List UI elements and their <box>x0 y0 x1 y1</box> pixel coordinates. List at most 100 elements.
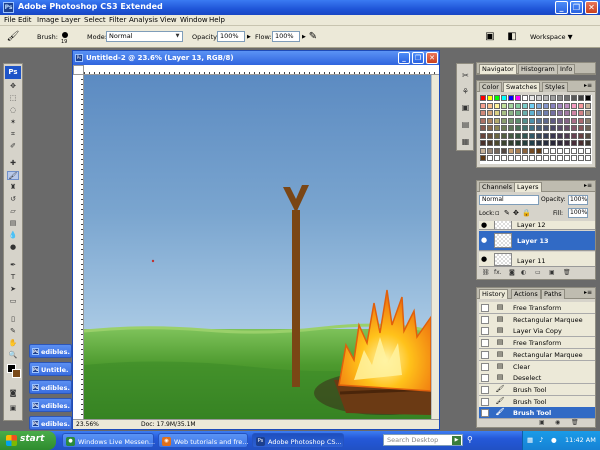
color-swatch[interactable] <box>487 125 493 131</box>
color-swatch[interactable] <box>480 95 486 101</box>
visibility-eye-icon[interactable]: ● <box>481 237 489 244</box>
taskbar-item-messenger[interactable]: ● Windows Live Messen... <box>62 433 155 448</box>
minimize-button[interactable]: _ <box>555 1 568 14</box>
network-icon[interactable]: ▦ <box>527 436 533 444</box>
color-swatch[interactable] <box>529 155 535 161</box>
clone-stamp-tool-icon[interactable]: ♜ <box>7 183 19 192</box>
color-swatch[interactable] <box>501 102 507 109</box>
color-swatch[interactable] <box>522 125 528 131</box>
color-swatch[interactable] <box>557 95 563 101</box>
color-swatch[interactable] <box>494 110 500 116</box>
color-swatch[interactable] <box>550 155 556 161</box>
marquee-tool-icon[interactable]: ⬚ <box>7 94 19 103</box>
tab-layers[interactable]: Layers <box>514 182 542 192</box>
menu-edit[interactable]: Edit <box>18 16 32 24</box>
color-swatch[interactable] <box>529 102 535 109</box>
minimized-doc-2[interactable]: Ps Untitle. <box>29 362 72 376</box>
color-swatch[interactable] <box>543 147 549 154</box>
menu-file[interactable]: File <box>4 16 16 24</box>
visibility-eye-icon[interactable]: ● <box>481 256 489 263</box>
color-swatch[interactable] <box>480 110 486 116</box>
image-canvas[interactable] <box>84 75 431 419</box>
color-swatch[interactable] <box>508 110 514 116</box>
color-swatch[interactable] <box>571 147 577 154</box>
magic-wand-tool-icon[interactable]: ✶ <box>7 118 19 127</box>
color-swatch[interactable] <box>571 95 577 101</box>
color-swatch[interactable] <box>529 125 535 131</box>
color-swatch[interactable] <box>515 102 521 109</box>
color-swatch[interactable] <box>543 125 549 131</box>
color-swatch[interactable] <box>501 125 507 131</box>
clock[interactable]: 11:42 AM <box>565 436 596 444</box>
color-swatch[interactable] <box>487 132 493 139</box>
color-swatch[interactable] <box>564 147 570 154</box>
color-swatch[interactable] <box>557 110 563 116</box>
doc-close-button[interactable]: ✕ <box>426 52 438 64</box>
color-swatch[interactable] <box>543 102 549 109</box>
flow-field[interactable]: 100% <box>272 31 300 42</box>
doc-minimize-button[interactable]: _ <box>398 52 410 64</box>
color-swatch[interactable] <box>536 140 542 146</box>
blend-mode-select[interactable]: Normal <box>479 195 539 205</box>
new-layer-icon[interactable]: ▣ <box>549 269 555 276</box>
zoom-tool-icon[interactable]: 🔍 <box>7 351 19 360</box>
color-swatch[interactable] <box>487 102 493 109</box>
brush-tool-preset-icon[interactable]: 🖌 <box>6 30 20 44</box>
color-swatch[interactable] <box>522 117 528 124</box>
color-swatch[interactable] <box>515 125 521 131</box>
color-swatch[interactable] <box>585 125 591 131</box>
color-swatch[interactable] <box>550 95 556 101</box>
search-magnifier-icon[interactable]: ⚲ <box>467 435 473 444</box>
color-swatch[interactable] <box>571 110 577 116</box>
lasso-tool-icon[interactable]: ◌ <box>7 106 19 115</box>
color-swatch[interactable] <box>585 140 591 146</box>
menu-filter[interactable]: Filter <box>109 16 126 24</box>
color-swatch[interactable] <box>515 140 521 146</box>
color-swatch[interactable] <box>487 95 493 101</box>
taskbar-item-firefox[interactable]: ◉ Web tutorials and fre... <box>158 433 248 448</box>
path-selection-tool-icon[interactable]: ➤ <box>7 285 19 294</box>
menu-layer[interactable]: Layer <box>61 16 81 24</box>
hand-tool-icon[interactable]: ✋ <box>7 339 19 348</box>
taskbar-item-photoshop[interactable]: Ps Adobe Photoshop CS... <box>252 433 344 448</box>
color-swatch[interactable] <box>487 110 493 116</box>
dodge-tool-icon[interactable]: ● <box>7 243 19 252</box>
history-source-checkbox[interactable] <box>481 409 489 418</box>
menu-select[interactable]: Select <box>84 16 106 24</box>
healing-brush-tool-icon[interactable]: ✚ <box>7 159 19 168</box>
color-swatch[interactable] <box>480 132 486 139</box>
color-swatch[interactable] <box>522 132 528 139</box>
color-swatch[interactable] <box>515 132 521 139</box>
history-source-checkbox[interactable] <box>481 385 489 394</box>
volume-icon[interactable]: ♪ <box>539 436 543 444</box>
color-swatch[interactable] <box>522 147 528 154</box>
doc-restore-button[interactable]: ❐ <box>412 52 424 64</box>
panel-menu-icon[interactable]: ▸≡ <box>584 289 592 296</box>
menu-window[interactable]: Window <box>180 16 208 24</box>
color-swatch[interactable] <box>585 147 591 154</box>
color-swatch[interactable] <box>564 125 570 131</box>
color-swatch[interactable] <box>564 155 570 161</box>
color-swatch[interactable] <box>543 155 549 161</box>
history-state[interactable]: ▤ Rectangular Marquee <box>479 313 595 326</box>
blur-tool-icon[interactable]: 💧 <box>7 231 19 240</box>
tool-presets-icon[interactable]: ⚘ <box>460 86 471 97</box>
color-swatch[interactable] <box>571 140 577 146</box>
color-swatch[interactable] <box>585 102 591 109</box>
color-swatch[interactable] <box>480 140 486 146</box>
color-swatch[interactable] <box>515 95 521 101</box>
workspace-menu[interactable]: Workspace ▼ <box>530 33 573 41</box>
layer-opacity-field[interactable]: 100% <box>568 195 588 205</box>
color-swatch[interactable] <box>522 95 528 101</box>
color-swatch[interactable] <box>494 132 500 139</box>
color-swatch[interactable] <box>571 117 577 124</box>
minimized-doc-4[interactable]: Ps edibles. <box>29 398 72 412</box>
color-swatch[interactable] <box>550 132 556 139</box>
color-swatch[interactable] <box>543 95 549 101</box>
history-state[interactable]: ▤ Free Transform <box>479 302 595 314</box>
color-swatch[interactable] <box>494 125 500 131</box>
color-swatch[interactable] <box>487 117 493 124</box>
color-swatch[interactable] <box>508 155 514 161</box>
color-swatch[interactable] <box>508 102 514 109</box>
color-swatch[interactable] <box>508 140 514 146</box>
